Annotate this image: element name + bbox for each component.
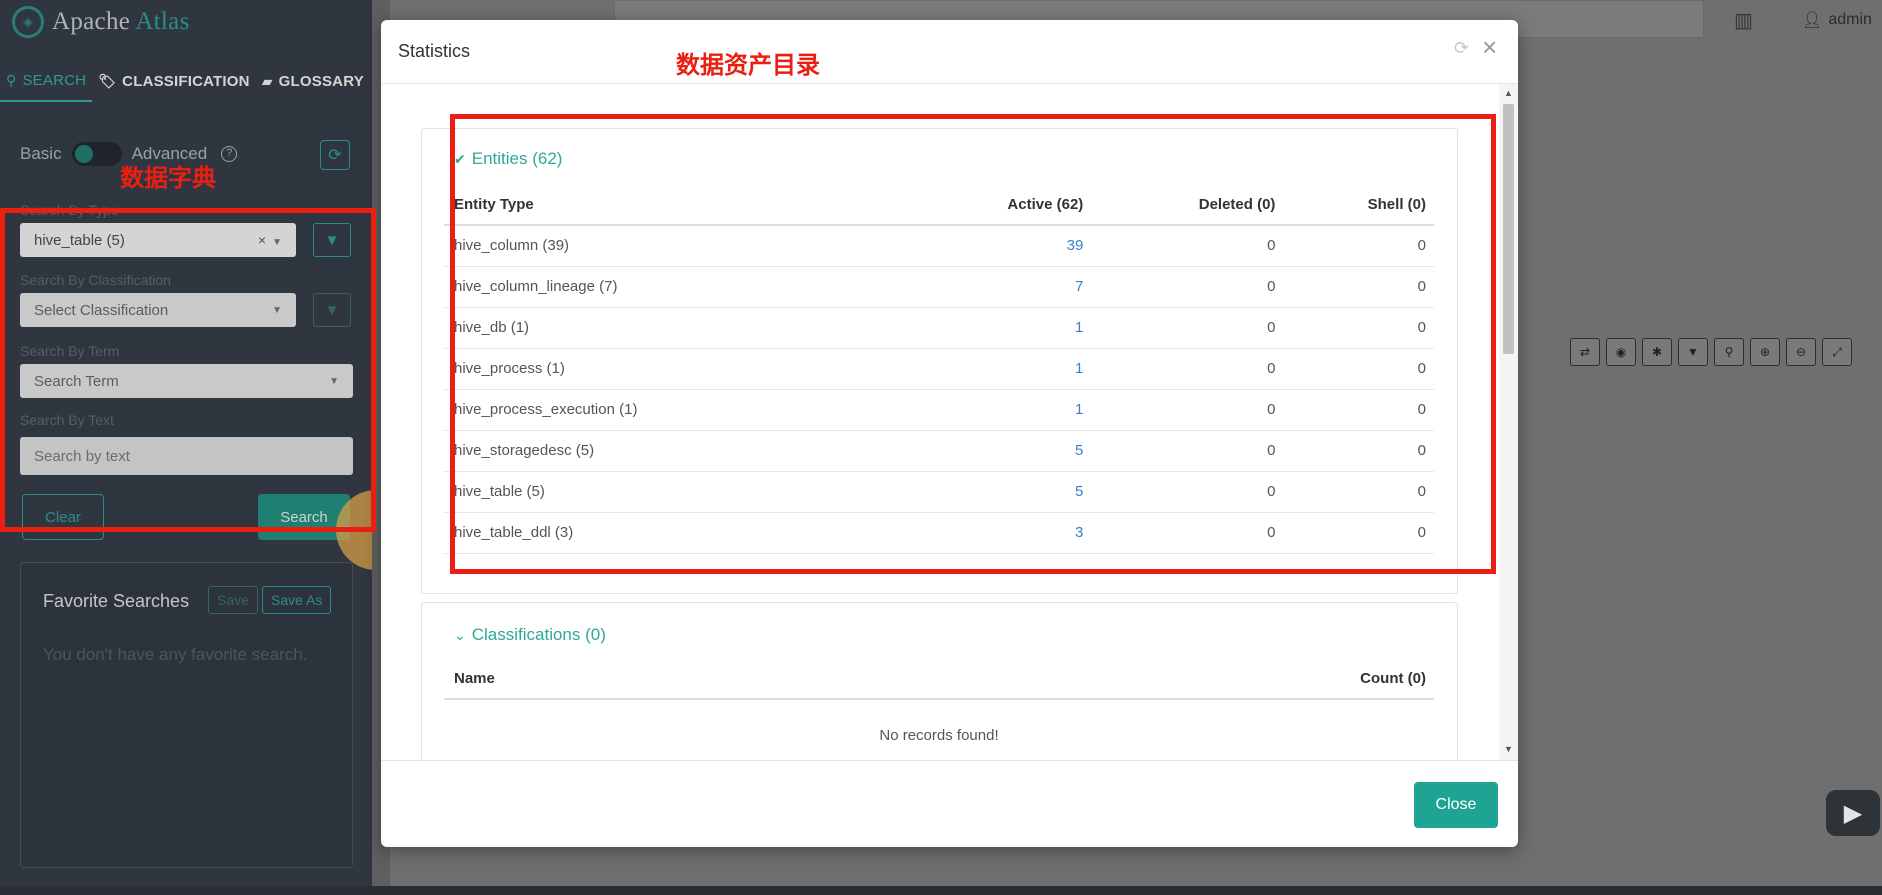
classifications-table: Name Count (0) bbox=[444, 659, 1434, 700]
video-play-icon[interactable]: ▶ bbox=[1826, 790, 1880, 836]
tab-search[interactable]: ⚲ SEARCH bbox=[0, 60, 93, 102]
folder-icon: ▰ bbox=[261, 72, 273, 89]
favorite-searches-panel: Favorite Searches Save Save As You don't… bbox=[20, 562, 353, 868]
scrollbar-thumb[interactable] bbox=[1503, 104, 1514, 354]
gear-icon[interactable]: ✱ bbox=[1642, 338, 1672, 366]
chevron-down-icon: ⌄ bbox=[454, 626, 466, 643]
modal-title: Statistics bbox=[398, 41, 471, 61]
tag-icon: 🏷︎ bbox=[98, 72, 117, 89]
save-as-button[interactable]: Save As bbox=[262, 586, 332, 614]
brand-name: Apache Atlas bbox=[52, 8, 190, 35]
close-icon[interactable]: × bbox=[1482, 34, 1497, 60]
favorite-searches-title: Favorite Searches bbox=[43, 591, 190, 611]
table-header-row: Name Count (0) bbox=[444, 659, 1434, 700]
brand[interactable]: ◈ Apache Atlas bbox=[12, 4, 190, 40]
favorites-empty-text: You don't have any favorite search. bbox=[43, 645, 308, 664]
scroll-down-icon[interactable]: ▼ bbox=[1503, 744, 1514, 754]
column-header[interactable]: Count (0) bbox=[883, 659, 1434, 700]
user-icon: 👤︎ bbox=[1802, 12, 1823, 29]
bottom-bar bbox=[0, 886, 1882, 895]
modal-scrollbar[interactable]: ▲ ▼ bbox=[1499, 84, 1518, 760]
filter-icon[interactable]: ▼ bbox=[1678, 338, 1708, 366]
zoom-out-icon[interactable]: ⊖ bbox=[1786, 338, 1816, 366]
help-icon[interactable]: ? bbox=[221, 146, 238, 162]
statistics-icon[interactable]: ▥ bbox=[1734, 8, 1753, 33]
tab-glossary[interactable]: ▰ GLOSSARY bbox=[256, 60, 370, 102]
modal-header: Statistics ⟳ × bbox=[381, 20, 1518, 84]
basic-label: Basic bbox=[20, 144, 62, 163]
tab-classification[interactable]: 🏷︎ CLASSIFICATION bbox=[92, 60, 256, 102]
graph-toolbar: ⇄ ◉ ✱ ▼ ⚲ ⊕ ⊖ ⤢ bbox=[1570, 338, 1852, 366]
zoom-in-icon[interactable]: ⊕ bbox=[1750, 338, 1780, 366]
refresh-icon[interactable]: ⟳ bbox=[1454, 38, 1469, 59]
annotation-box-modal bbox=[450, 114, 1496, 574]
scroll-up-icon[interactable]: ▲ bbox=[1503, 88, 1514, 98]
user-menu[interactable]: 👤︎ admin bbox=[1802, 10, 1872, 30]
modal-footer: Close bbox=[381, 760, 1518, 847]
sidebar-tabs: ⚲ SEARCH 🏷︎ CLASSIFICATION ▰ GLOSSARY bbox=[0, 60, 372, 102]
camera-icon[interactable]: ◉ bbox=[1606, 338, 1636, 366]
refresh-icon: ⟳ bbox=[328, 147, 342, 164]
column-header[interactable]: Name bbox=[444, 659, 884, 700]
annotation-label-modal: 数据资产目录 bbox=[676, 51, 820, 79]
annotation-box-left bbox=[0, 208, 376, 532]
classifications-panel: ⌄ Classifications (0) Name Count (0) No … bbox=[421, 602, 1458, 760]
search-icon: ⚲ bbox=[6, 71, 17, 88]
close-button[interactable]: Close bbox=[1414, 782, 1498, 828]
fullscreen-icon[interactable]: ⤢ bbox=[1822, 338, 1852, 366]
save-button[interactable]: Save bbox=[208, 586, 258, 614]
atlas-logo-icon: ◈ bbox=[12, 6, 44, 38]
reset-layout-icon[interactable]: ⇄ bbox=[1570, 338, 1600, 366]
search-mode-switch[interactable] bbox=[71, 142, 122, 166]
classifications-panel-toggle[interactable]: ⌄ Classifications (0) bbox=[454, 625, 606, 645]
no-records-text: No records found! bbox=[879, 727, 999, 744]
search-icon[interactable]: ⚲ bbox=[1714, 338, 1744, 366]
annotation-label-left: 数据字典 bbox=[120, 164, 216, 192]
refresh-button[interactable]: ⟳ bbox=[320, 140, 350, 170]
